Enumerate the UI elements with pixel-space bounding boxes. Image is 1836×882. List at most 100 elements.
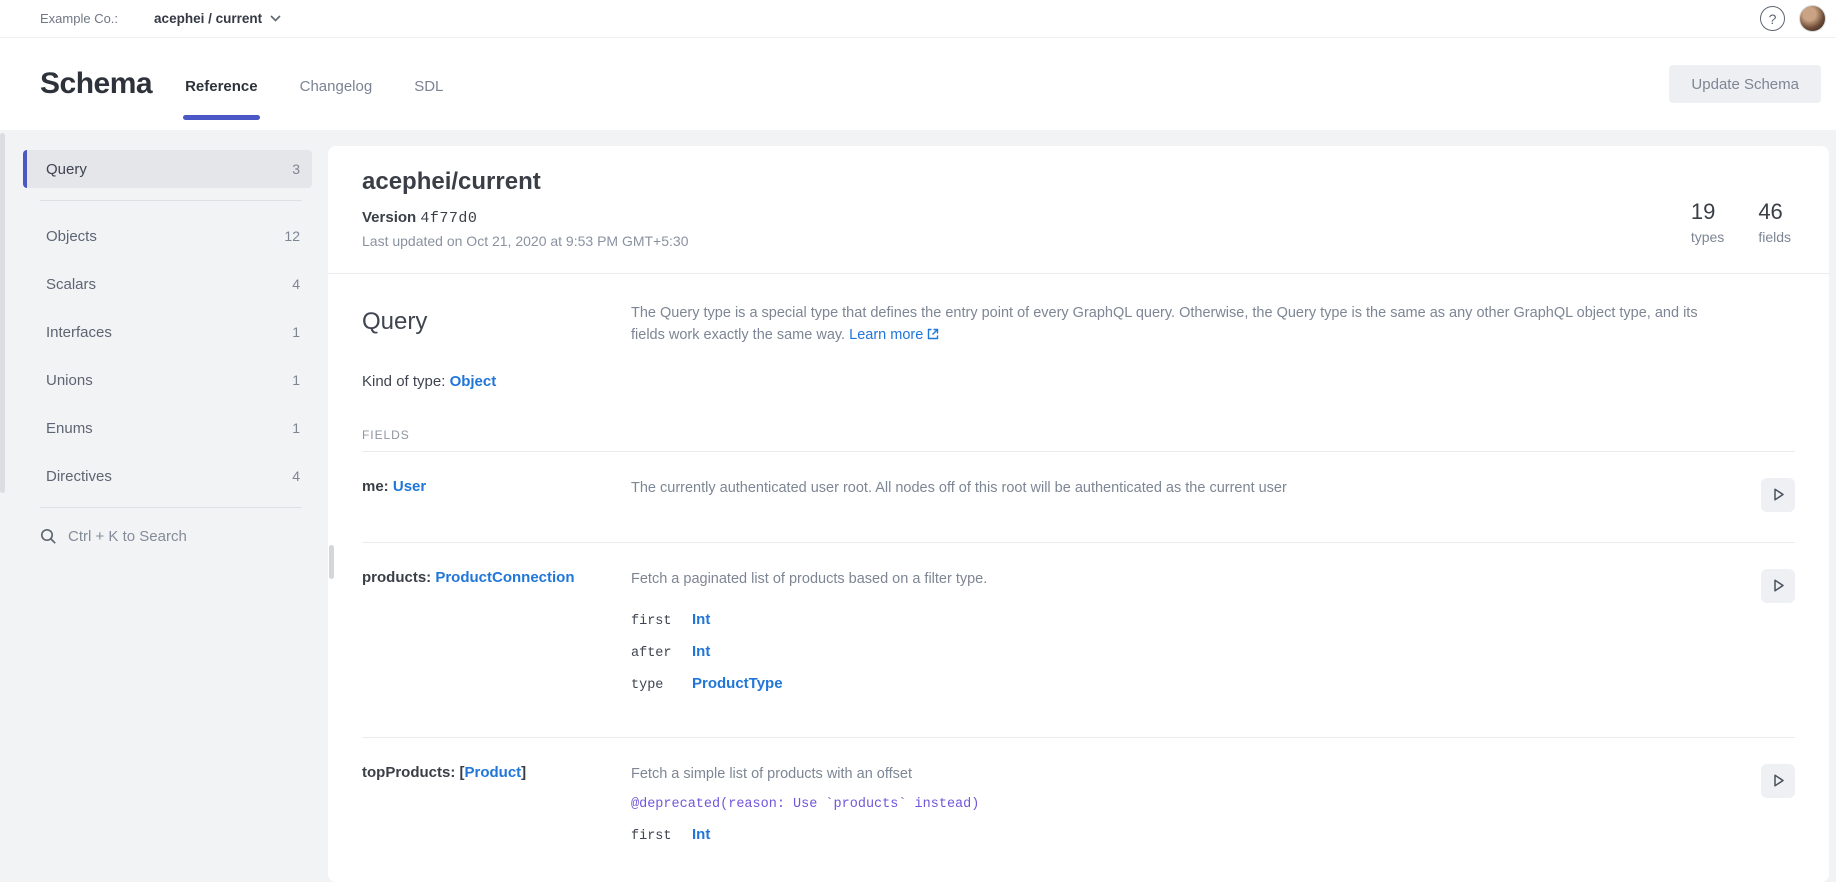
sidebar-item-label: Objects — [46, 228, 97, 245]
sidebar-item-directives[interactable]: Directives 4 — [23, 457, 312, 495]
tab-reference-label: Reference — [185, 78, 258, 95]
update-schema-button[interactable]: Update Schema — [1669, 65, 1821, 103]
schema-stats: 19 types 46 fields — [1691, 199, 1791, 245]
sidebar-item-count: 3 — [292, 161, 300, 177]
query-type-section: Query The Query type is a special type t… — [328, 274, 1829, 882]
graph-picker-dropdown[interactable]: acephei / current — [154, 11, 281, 26]
external-link-icon — [927, 328, 939, 340]
graph-name: acephei / current — [154, 11, 262, 26]
field-args: first Int after Int type ProductType — [631, 611, 1735, 693]
field-row-me: me: User The currently authenticated use… — [362, 452, 1795, 543]
sidebar-item-count: 12 — [284, 228, 300, 244]
field-row-topproducts: topProducts: [Product] Fetch a simple li… — [362, 738, 1795, 882]
sidebar-item-count: 1 — [292, 420, 300, 436]
arg-name: first — [631, 829, 692, 844]
arg-row: after Int — [631, 643, 1735, 661]
play-icon — [1771, 578, 1786, 593]
kind-label: Kind of type: — [362, 373, 445, 390]
arg-type-link[interactable]: Int — [692, 611, 710, 628]
arg-type-link[interactable]: Int — [692, 826, 710, 843]
chevron-down-icon — [270, 15, 281, 22]
sidebar-divider — [40, 507, 302, 508]
field-description: Fetch a paginated list of products based… — [631, 569, 1735, 591]
sidebar-item-count: 1 — [292, 372, 300, 388]
sidebar-item-enums[interactable]: Enums 1 — [23, 409, 312, 447]
top-bar: Example Co.: acephei / current ? — [0, 0, 1836, 38]
sidebar-item-label: Enums — [46, 420, 93, 437]
arg-type-link[interactable]: ProductType — [692, 675, 783, 692]
play-icon — [1771, 773, 1786, 788]
field-name: topProducts: [Product] — [362, 764, 631, 859]
sidebar-scrollbar-thumb[interactable] — [329, 545, 334, 579]
content-area: Query 3 Objects 12 Scalars 4 Interfaces … — [0, 130, 1836, 882]
field-name-text: me: — [362, 478, 389, 495]
arg-type-link[interactable]: Int — [692, 643, 710, 660]
type-nav-sidebar: Query 3 Objects 12 Scalars 4 Interfaces … — [0, 130, 328, 882]
field-name: products: ProductConnection — [362, 569, 631, 707]
sidebar-item-label: Scalars — [46, 276, 96, 293]
field-args: first Int — [631, 826, 1735, 844]
tab-sdl[interactable]: SDL — [414, 78, 443, 95]
tab-bar: Reference Changelog SDL — [185, 78, 443, 95]
kind-value-link[interactable]: Object — [450, 373, 497, 390]
version-line: Version 4f77d0 — [362, 209, 688, 227]
sidebar-item-interfaces[interactable]: Interfaces 1 — [23, 313, 312, 351]
search-hint: Ctrl + K to Search — [68, 528, 187, 545]
field-row-products: products: ProductConnection Fetch a pagi… — [362, 543, 1795, 738]
arg-row: type ProductType — [631, 675, 1735, 693]
active-tab-underline — [183, 115, 260, 120]
stat-fields-label: fields — [1758, 229, 1791, 245]
last-updated: Last updated on Oct 21, 2020 at 9:53 PM … — [362, 233, 688, 249]
type-header-row: Query The Query type is a special type t… — [362, 302, 1795, 347]
sidebar-item-label: Interfaces — [46, 324, 112, 341]
sidebar-item-query[interactable]: Query 3 — [23, 150, 312, 188]
version-label: Version — [362, 209, 416, 226]
sidebar-item-objects[interactable]: Objects 12 — [23, 217, 312, 255]
page-title: Schema — [40, 67, 152, 101]
arg-name: first — [631, 614, 692, 629]
user-avatar[interactable] — [1799, 5, 1826, 32]
type-name: Query — [362, 308, 631, 347]
field-type-link[interactable]: ProductConnection — [435, 569, 574, 586]
play-cell — [1761, 478, 1795, 512]
tab-changelog[interactable]: Changelog — [300, 78, 373, 95]
graph-title: acephei/current — [362, 168, 688, 196]
page-header: Schema Reference Changelog SDL Update Sc… — [0, 38, 1836, 130]
type-description: The Query type is a special type that de… — [631, 302, 1735, 347]
arg-name: type — [631, 678, 692, 693]
question-icon: ? — [1769, 11, 1777, 27]
field-name: me: User — [362, 478, 631, 512]
field-type-link[interactable]: User — [393, 478, 426, 495]
run-query-button[interactable] — [1761, 478, 1795, 512]
arg-row: first Int — [631, 826, 1735, 844]
graph-meta: acephei/current Version 4f77d0 Last upda… — [362, 168, 688, 249]
stat-fields: 46 fields — [1758, 199, 1791, 245]
help-button[interactable]: ? — [1760, 6, 1785, 31]
sidebar-item-label: Unions — [46, 372, 93, 389]
deprecated-annotation: @deprecated(reason: Use `products` inste… — [631, 797, 1735, 812]
card-header: acephei/current Version 4f77d0 Last upda… — [328, 146, 1829, 274]
tab-reference[interactable]: Reference — [185, 78, 258, 95]
schema-search-trigger[interactable]: Ctrl + K to Search — [40, 528, 312, 545]
arg-row: first Int — [631, 611, 1735, 629]
sidebar-item-count: 1 — [292, 324, 300, 340]
fields-heading: FIELDS — [362, 428, 1795, 442]
type-description-text: The Query type is a special type that de… — [631, 305, 1698, 343]
stat-types-label: types — [1691, 229, 1724, 245]
org-label: Example Co.: — [40, 11, 118, 26]
sidebar-item-unions[interactable]: Unions 1 — [23, 361, 312, 399]
arg-name: after — [631, 646, 692, 661]
learn-more-link[interactable]: Learn more — [849, 327, 923, 343]
field-name-text: products: — [362, 569, 431, 586]
sidebar-item-count: 4 — [292, 468, 300, 484]
run-query-button[interactable] — [1761, 569, 1795, 603]
run-query-button[interactable] — [1761, 764, 1795, 798]
field-type-link[interactable]: Product — [465, 764, 522, 781]
kind-of-type-line: Kind of type: Object — [362, 373, 1795, 390]
tab-sdl-label: SDL — [414, 78, 443, 95]
play-cell — [1761, 569, 1795, 707]
sidebar-item-label: Directives — [46, 468, 112, 485]
sidebar-divider — [40, 200, 302, 201]
sidebar-item-scalars[interactable]: Scalars 4 — [23, 265, 312, 303]
schema-reference-card: acephei/current Version 4f77d0 Last upda… — [328, 146, 1829, 882]
